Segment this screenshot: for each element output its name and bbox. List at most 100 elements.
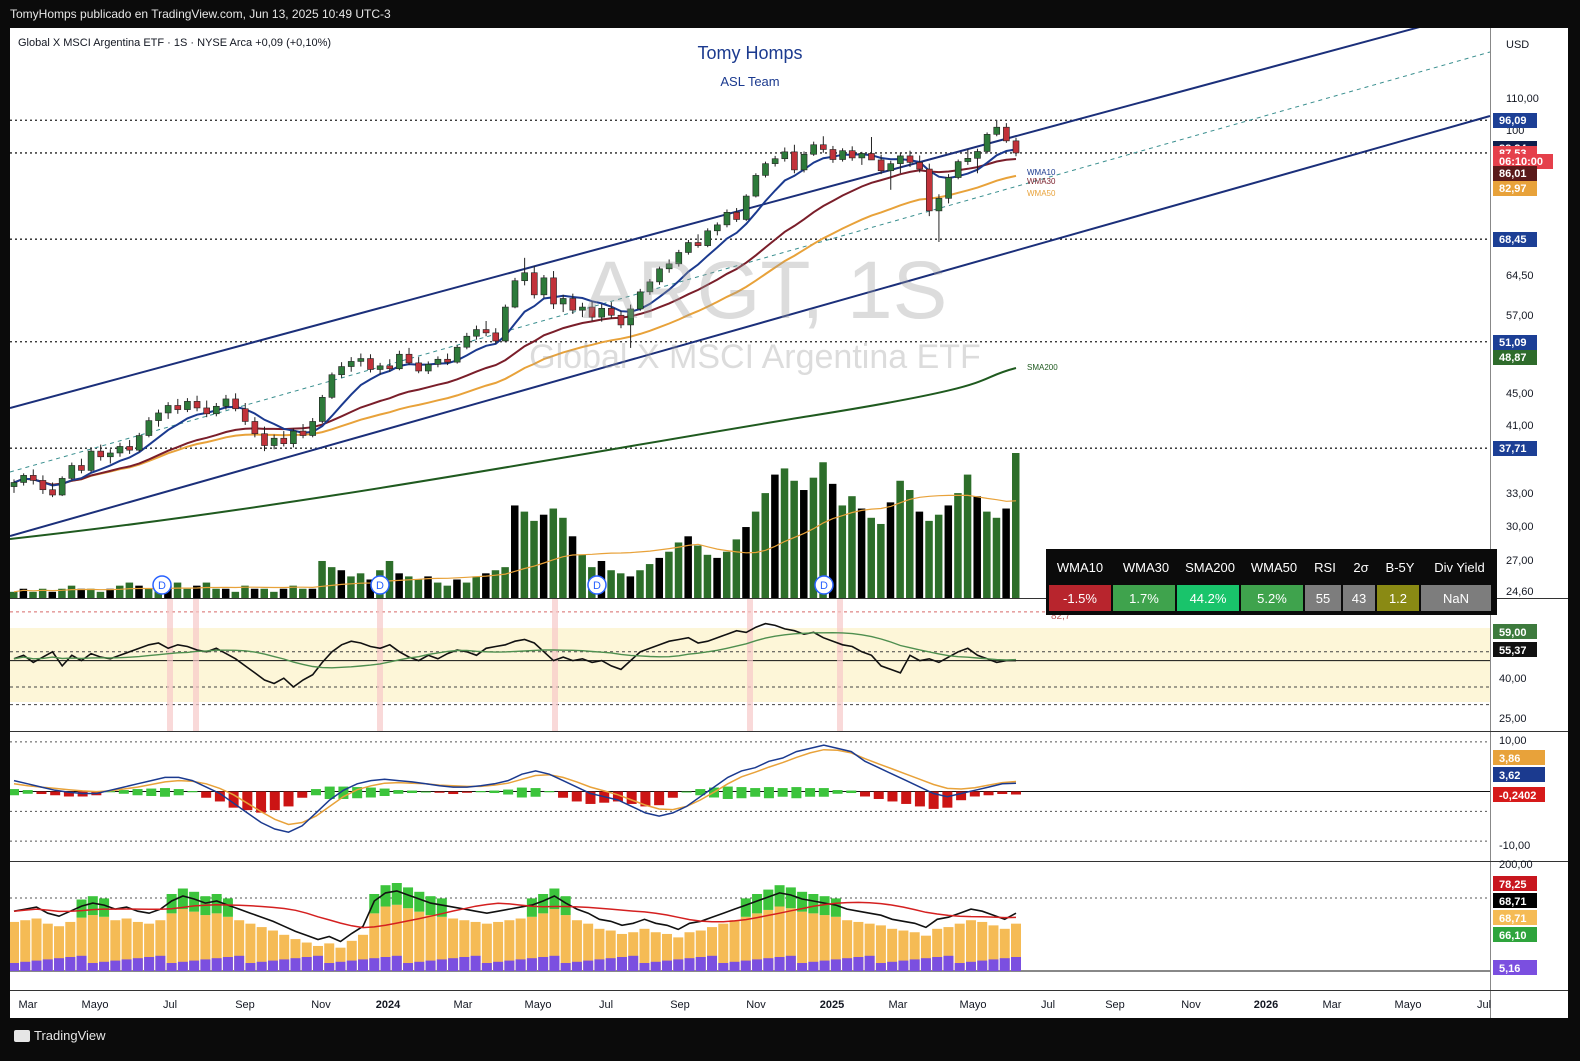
volume-bar — [674, 542, 683, 598]
candle-body — [126, 446, 133, 451]
momentum-volume-bar — [808, 961, 819, 971]
stats-cell-b5y: 1.2 — [1377, 585, 1419, 611]
volume-bar — [549, 508, 558, 598]
momentum-volume-bar — [515, 959, 526, 971]
volume-bar — [1012, 453, 1020, 598]
macd-histogram-bar — [310, 789, 321, 796]
volume-bar — [867, 517, 875, 598]
volume-bar — [944, 505, 953, 598]
watermark-name: Global X MSCI Argentina ETF — [529, 338, 981, 376]
momentum-volume-bar — [312, 955, 323, 971]
momentum-volume-bar — [504, 960, 515, 971]
x-tick-label: Sep — [1105, 999, 1125, 1011]
candle-body — [839, 150, 846, 160]
momentum-label-text: 5,16 — [1499, 963, 1520, 975]
volume-bar — [655, 557, 664, 598]
volume-bar — [29, 591, 37, 598]
momentum-bar — [87, 915, 98, 971]
volume-bar — [886, 502, 895, 598]
momentum-excess-bar — [414, 891, 425, 912]
macd-histogram-bar — [873, 791, 884, 799]
stats-cell-wma30: 1.7% — [1113, 585, 1175, 611]
x-tick-label: Mayo — [1395, 999, 1422, 1011]
momentum-volume-bar — [211, 958, 222, 971]
footer-bar: TradingView — [0, 1018, 1580, 1061]
y-tick-label: 57,00 — [1506, 310, 1534, 322]
macd-histogram-bar — [365, 787, 376, 798]
candle-body — [376, 365, 384, 370]
momentum-volume-bar — [740, 960, 751, 971]
volume-bar — [270, 591, 278, 598]
x-tick-label: Sep — [235, 999, 255, 1011]
momentum-volume-bar — [875, 963, 886, 971]
momentum-excess-bar — [403, 887, 414, 909]
candle-body — [530, 272, 538, 296]
stats-header: B-5Y — [1385, 559, 1415, 575]
macd-label-text: 3,86 — [1499, 753, 1520, 765]
candle-body — [193, 401, 201, 409]
x-tick-label: Nov — [1181, 999, 1201, 1011]
y-tick-label: 24,60 — [1506, 586, 1534, 598]
chart-frame[interactable]: DDDD 110,0010072,0064,5057,0045,0041,003… — [9, 7, 1568, 1018]
macd-histogram-bar — [475, 791, 486, 793]
momentum-volume-bar — [403, 963, 414, 971]
candle-body — [511, 280, 519, 308]
macd-histogram-bar — [434, 791, 445, 793]
stats-cell-rsi: 55 — [1305, 585, 1341, 611]
candle-body — [319, 397, 326, 422]
momentum-volume-bar — [864, 955, 875, 971]
volume-bar — [318, 560, 326, 598]
momentum-volume-bar — [965, 961, 976, 971]
volume-bar — [299, 588, 307, 598]
rsi-highlight — [377, 599, 383, 731]
volume-bar — [607, 570, 615, 598]
volume-bar — [1002, 508, 1010, 598]
candle-body — [39, 480, 47, 491]
tradingview-logo[interactable]: TradingView — [14, 1028, 106, 1043]
candle-body — [434, 358, 442, 365]
volume-bar — [896, 480, 904, 598]
candle-body — [135, 435, 143, 451]
chart-canvas[interactable]: DDDD 110,0010072,0064,5057,0045,0041,003… — [9, 7, 1568, 1018]
momentum-volume-bar — [977, 960, 988, 971]
momentum-volume-bar — [76, 955, 87, 971]
candle-body — [444, 358, 451, 363]
volume-bar — [992, 517, 1001, 598]
momentum-volume-bar — [605, 958, 616, 971]
candle-body — [203, 407, 210, 415]
momentum-volume-bar — [616, 957, 627, 971]
momentum-volume-bar — [752, 959, 763, 971]
volume-bar — [713, 557, 721, 598]
price-label-text: 68,45 — [1499, 234, 1527, 246]
stats-value-row: -1.5% 1.7% 44.2% 5.2% 55 43 1.2 NaN — [1046, 585, 1497, 611]
candle-body — [502, 306, 509, 342]
macd-histogram-bar — [1011, 791, 1021, 795]
momentum-volume-bar — [932, 957, 943, 971]
dividend-label: D — [593, 580, 601, 592]
momentum-volume-bar — [639, 963, 650, 971]
macd-histogram-bar — [805, 788, 816, 797]
volume-bar — [520, 511, 529, 598]
legend-wma50: WMA50 — [1027, 189, 1056, 198]
volume-bar — [356, 573, 365, 598]
momentum-volume-bar — [684, 958, 695, 971]
macd-histogram-bar — [997, 791, 1008, 795]
candle-body — [415, 362, 422, 372]
x-tick-label: Mar — [889, 999, 908, 1011]
macd-histogram-bar — [901, 791, 912, 804]
candle-body — [309, 421, 316, 436]
volume-bar — [771, 474, 779, 598]
macd-histogram-bar — [736, 787, 747, 799]
macd-histogram-bar — [818, 788, 829, 797]
volume-bar — [722, 551, 731, 598]
currency-label: USD — [1506, 39, 1529, 51]
momentum-volume-bar — [380, 957, 391, 971]
volume-bar — [645, 564, 654, 598]
candle-body — [213, 405, 220, 415]
candle-body — [241, 408, 249, 422]
volume-bar — [472, 576, 480, 598]
momentum-volume-bar — [628, 955, 639, 971]
price-label-text: 48,87 — [1499, 352, 1527, 364]
momentum-volume-bar — [774, 957, 785, 971]
momentum-volume-bar — [414, 961, 425, 971]
